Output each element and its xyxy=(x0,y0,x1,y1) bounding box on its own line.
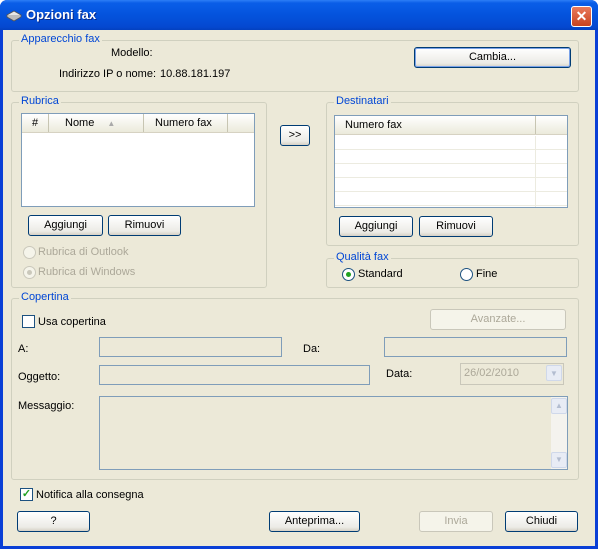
close-button[interactable]: Chiudi xyxy=(505,511,578,532)
column-number[interactable]: # xyxy=(22,114,49,132)
model-label: Modello: xyxy=(111,47,153,59)
subject-label: Oggetto: xyxy=(18,371,61,383)
recipients-list[interactable]: Numero fax xyxy=(334,115,568,208)
message-field[interactable]: ▲ ▼ xyxy=(99,396,568,470)
title-bar[interactable]: Opzioni fax ✕ xyxy=(0,0,598,30)
date-picker[interactable]: 26/02/2010 ▼ xyxy=(460,363,564,385)
addressbook-add-button[interactable]: Aggiungi xyxy=(28,215,103,236)
group-label: Destinatari xyxy=(334,95,391,107)
message-label: Messaggio: xyxy=(18,400,75,412)
sort-ascending-icon: ▲ xyxy=(107,119,116,128)
list-header: Numero fax xyxy=(335,116,567,135)
change-button[interactable]: Cambia... xyxy=(414,47,571,68)
group-label: Copertina xyxy=(19,291,71,303)
to-field[interactable] xyxy=(99,337,282,357)
add-to-recipients-button[interactable]: >> xyxy=(280,125,310,146)
windows-addressbook-radio[interactable] xyxy=(23,266,36,279)
subject-field[interactable] xyxy=(99,365,370,385)
advanced-button[interactable]: Avanzate... xyxy=(430,309,566,330)
addressbook-list[interactable]: # Nome ▲ Numero fax xyxy=(21,113,255,207)
column-faxnumber[interactable]: Numero fax xyxy=(335,116,536,134)
column-name[interactable]: Nome ▲ xyxy=(49,114,144,132)
outlook-addressbook-label: Rubrica di Outlook xyxy=(38,246,129,258)
list-header: # Nome ▲ Numero fax xyxy=(22,114,254,133)
close-window-icon[interactable]: ✕ xyxy=(571,6,592,27)
date-value: 26/02/2010 xyxy=(464,367,520,379)
from-field[interactable] xyxy=(384,337,567,357)
group-label: Qualità fax xyxy=(334,251,391,263)
outlook-addressbook-radio[interactable] xyxy=(23,246,36,259)
fax-app-icon xyxy=(6,10,22,22)
radio-dot xyxy=(346,272,351,277)
recipients-remove-button[interactable]: Rimuovi xyxy=(419,216,493,237)
radio-dot xyxy=(27,270,32,275)
notify-delivery-label: Notifica alla consegna xyxy=(36,489,144,501)
group-label: Apparecchio fax xyxy=(19,33,102,45)
help-button[interactable]: ? xyxy=(17,511,90,532)
addressbook-remove-button[interactable]: Rimuovi xyxy=(108,215,181,236)
ip-label: Indirizzo IP o nome: xyxy=(59,68,157,80)
window-title: Opzioni fax xyxy=(26,7,97,22)
message-scrollbar[interactable]: ▲ ▼ xyxy=(551,397,567,469)
ip-value: 10.88.181.197 xyxy=(160,68,231,80)
fax-options-window: Opzioni fax ✕ Apparecchio fax Modello: I… xyxy=(0,0,598,549)
date-label: Data: xyxy=(386,368,413,380)
use-cover-checkbox[interactable] xyxy=(22,315,35,328)
quality-standard-radio[interactable] xyxy=(342,268,355,281)
use-cover-label: Usa copertina xyxy=(38,316,106,328)
send-button[interactable]: Invia xyxy=(419,511,493,532)
dialog-body: Apparecchio fax Modello: Indirizzo IP o … xyxy=(3,30,595,546)
windows-addressbook-label: Rubrica di Windows xyxy=(38,266,136,278)
notify-delivery-checkbox[interactable]: ✓ xyxy=(20,488,33,501)
column-name-label: Nome xyxy=(65,117,95,129)
recipients-add-button[interactable]: Aggiungi xyxy=(339,216,413,237)
preview-button[interactable]: Anteprima... xyxy=(269,511,360,532)
quality-standard-label: Standard xyxy=(358,268,403,280)
quality-fine-label: Fine xyxy=(476,268,498,280)
group-label: Rubrica xyxy=(19,95,61,107)
quality-fine-radio[interactable] xyxy=(460,268,473,281)
from-label: Da: xyxy=(303,343,321,355)
scroll-up-icon[interactable]: ▲ xyxy=(551,398,567,414)
to-label: A: xyxy=(18,343,29,355)
chevron-down-icon[interactable]: ▼ xyxy=(546,365,562,381)
checkmark-icon: ✓ xyxy=(21,488,32,500)
scroll-down-icon[interactable]: ▼ xyxy=(551,452,567,468)
recipients-gridlines xyxy=(335,136,567,207)
column-faxnumber[interactable]: Numero fax xyxy=(144,114,228,132)
